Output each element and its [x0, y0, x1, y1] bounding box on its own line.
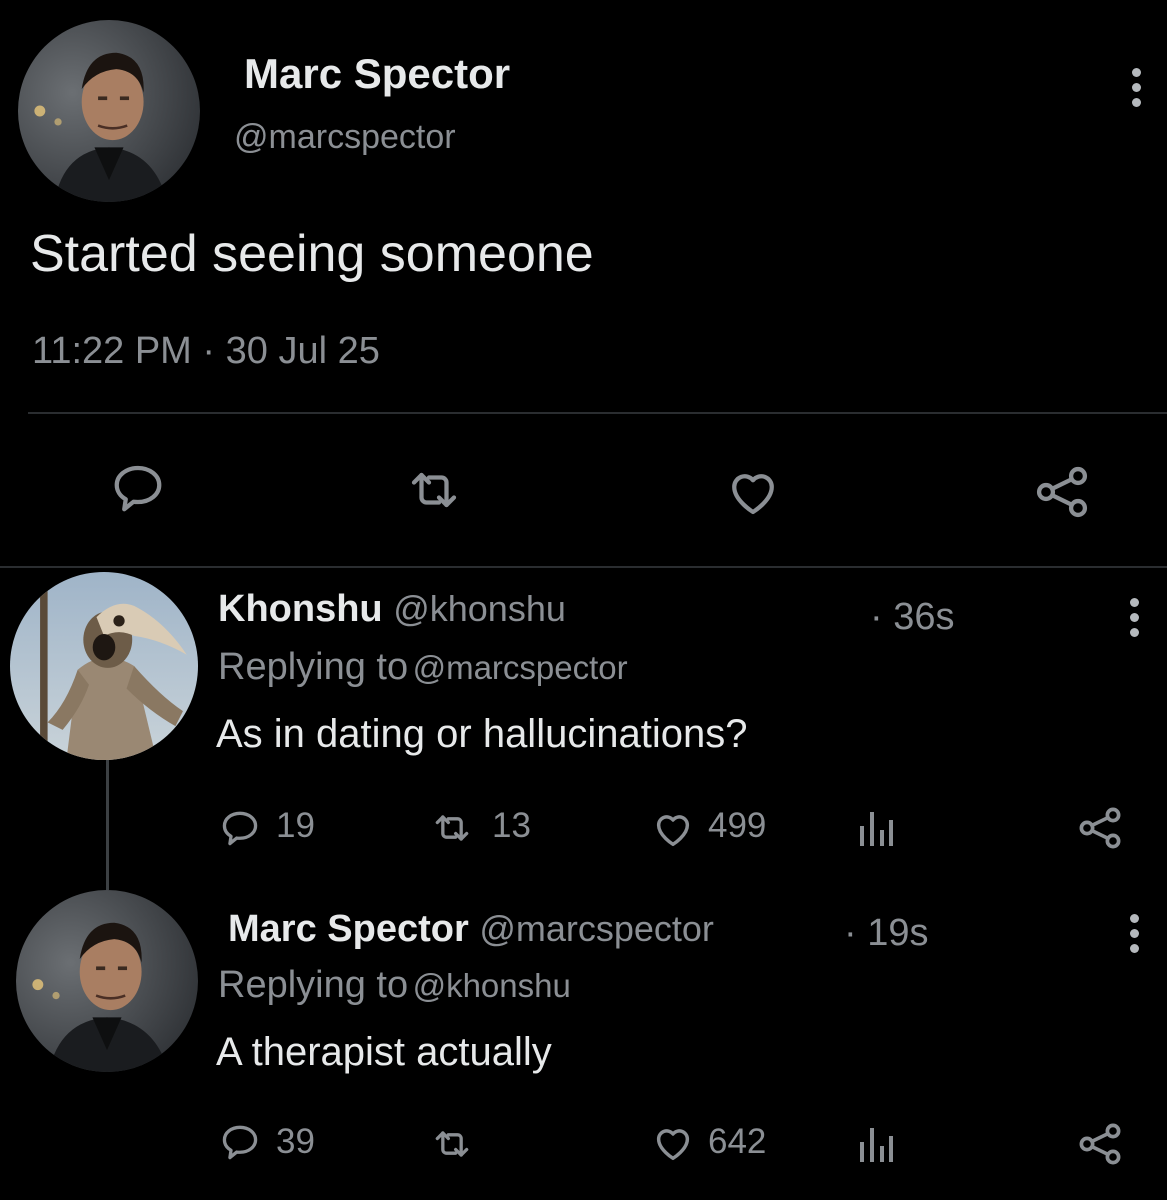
divider [0, 566, 1167, 568]
more-dot [1130, 628, 1139, 637]
reply-icon[interactable] [218, 806, 262, 850]
like-icon[interactable] [648, 1120, 698, 1166]
replying-to-label: Replying to [218, 646, 409, 688]
reply-count: 19 [276, 806, 315, 845]
views-icon[interactable] [856, 1124, 896, 1164]
more-dot [1132, 83, 1141, 92]
main-author-handle[interactable]: @marcspector [234, 118, 456, 157]
more-dot [1130, 914, 1139, 923]
divider [28, 412, 1167, 414]
timestamp-separator: · [202, 330, 216, 372]
avatar-khonshu[interactable] [10, 572, 198, 760]
more-dot [1130, 613, 1139, 622]
reply-text: As in dating or hallucinations? [216, 712, 748, 756]
reply-timestamp[interactable]: · 36s [870, 596, 954, 639]
retweet-icon[interactable] [428, 806, 476, 850]
reply-count: 39 [276, 1122, 315, 1161]
more-options-button[interactable] [1132, 68, 1142, 113]
share-icon[interactable] [1074, 802, 1126, 854]
tweet-time: 11:22 PM [32, 330, 192, 372]
avatar-marc-spector[interactable] [16, 890, 198, 1072]
retweet-count: 13 [492, 806, 531, 845]
like-icon[interactable] [648, 806, 698, 852]
more-dot [1132, 98, 1141, 107]
more-dot [1130, 929, 1139, 938]
reply-1-header: Khonshu @khonshu [218, 588, 566, 631]
reply-2-header: Marc Spector @marcspector [228, 908, 714, 951]
replying-to-handle[interactable]: @khonshu [413, 967, 571, 1004]
reply-author-name[interactable]: Marc Spector [228, 908, 469, 950]
replying-to-line: Replying to @khonshu [218, 964, 571, 1007]
replying-to-label: Replying to [218, 964, 409, 1006]
avatar-marc-spector[interactable] [18, 20, 200, 202]
reply-timestamp[interactable]: · 19s [844, 912, 928, 955]
replying-to-line: Replying to @marcspector [218, 646, 628, 689]
reply-icon[interactable] [108, 458, 168, 518]
more-options-button[interactable] [1130, 914, 1140, 959]
like-count: 642 [708, 1122, 767, 1161]
main-tweet-timestamp[interactable]: 11:22 PM · 30 Jul 25 [32, 330, 380, 373]
like-count: 499 [708, 806, 767, 845]
reply-author-handle[interactable]: @marcspector [479, 908, 714, 949]
retweet-icon[interactable] [404, 460, 464, 520]
share-icon[interactable] [1030, 460, 1094, 524]
replying-to-handle[interactable]: @marcspector [413, 649, 628, 686]
views-icon[interactable] [856, 808, 896, 848]
main-tweet-text: Started seeing someone [30, 225, 594, 283]
retweet-icon[interactable] [428, 1122, 476, 1166]
reply-author-handle[interactable]: @khonshu [393, 588, 566, 629]
marc-spector-avatar-image [16, 890, 198, 1072]
khonshu-avatar-image [10, 572, 198, 760]
share-icon[interactable] [1074, 1118, 1126, 1170]
more-dot [1130, 944, 1139, 953]
thread-connector-line [106, 760, 109, 890]
like-icon[interactable] [722, 462, 784, 522]
tweet-date: 30 Jul 25 [225, 330, 380, 372]
reply-author-name[interactable]: Khonshu [218, 588, 383, 630]
reply-icon[interactable] [218, 1120, 262, 1164]
more-options-button[interactable] [1130, 598, 1140, 643]
more-dot [1130, 598, 1139, 607]
more-dot [1132, 68, 1141, 77]
main-author-name[interactable]: Marc Spector [244, 50, 510, 98]
marc-spector-avatar-image [18, 20, 200, 202]
reply-text: A therapist actually [216, 1030, 552, 1074]
